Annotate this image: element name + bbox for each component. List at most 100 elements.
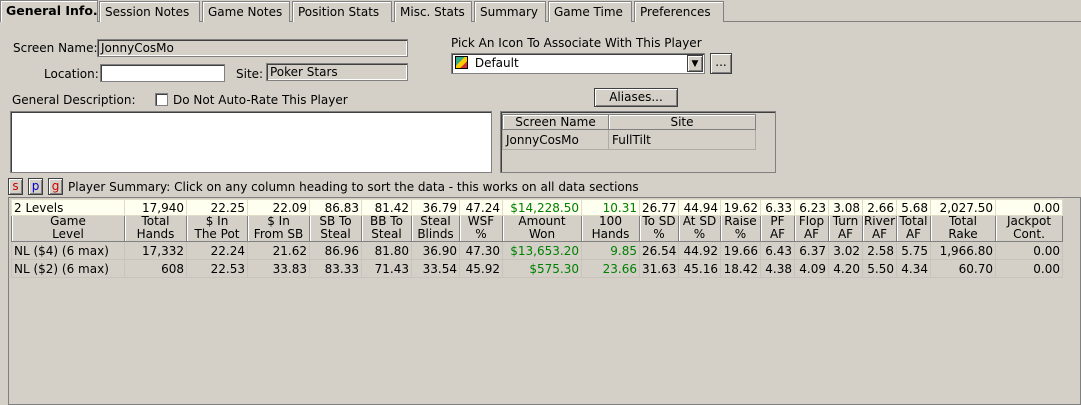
tab-misc-stats[interactable]: Misc. Stats [394,1,472,22]
table-row[interactable]: NL ($2) (6 max) 608 22.53 33.83 83.33 71.43 33… [11,259,1063,278]
total-cell: 6.23 [794,199,829,216]
icon-select[interactable]: Default ▼ [451,53,705,74]
column-header-text: 100 [599,214,622,228]
table-cell: $575.30 [502,259,582,278]
sort-s-button[interactable]: s [8,178,23,195]
column-header-text: AF [837,227,854,241]
column-header-text: AF [905,227,922,241]
aliases-button[interactable]: Aliases... [594,88,678,107]
icon-select-dropdown-button[interactable]: ▼ [687,55,703,72]
alias-cell: JonnyCosMo [502,129,609,150]
column-header-text: Total [899,214,928,228]
table-cell: 83.33 [309,259,362,278]
column-header-text: $ In [267,214,290,228]
total-cell: 17,940 [124,199,187,216]
table-cell: 71.43 [361,259,412,278]
column-header-text: Flop [798,214,825,228]
table-cell: 0.00 [995,241,1063,260]
column-header-text: $ In [205,214,229,228]
total-cell: $14,228.50 [502,199,582,216]
column-header-text: From SB [253,227,304,241]
table-cell: $13,653.20 [502,241,582,260]
column-header-text: At SD [682,214,717,228]
table-cell: 86.96 [309,241,362,260]
table-cell: 608 [124,259,187,278]
column-header-text: % [734,227,747,241]
tab-position-stats[interactable]: Position Stats [292,1,392,22]
column-header-text: Hands [591,227,630,241]
column-header-text: Game [50,214,86,228]
table-cell: 26.54 [639,241,679,260]
icon-select-value: Default [474,56,519,70]
column-header-text: SB To [319,214,352,228]
table-cell: 4.09 [794,259,829,278]
tab-general-info[interactable]: General Info. [0,0,98,22]
column-header-text: Cont. [1013,227,1045,241]
table-cell: 6.37 [794,241,829,260]
player-summary-grid: GameLevelTotalHandsVol. Put$ InThe PotVo… [8,197,1081,405]
table-row[interactable]: JonnyCosMo FullTilt [502,129,756,150]
site-label: Site: [236,67,264,81]
alias-header-screen-name[interactable]: Screen Name [502,114,609,130]
total-cell: 86.83 [309,199,362,216]
table-cell: 81.80 [361,241,412,260]
general-description-label: General Description: [12,93,136,107]
browse-icon-button[interactable]: ... [710,53,732,74]
column-header-text: Steal [371,227,402,241]
column-header-text: Steal [320,227,351,241]
table-cell: 47.30 [459,241,503,260]
table-cell: 17,332 [124,241,187,260]
sort-p-button[interactable]: p [28,178,43,195]
tab-game-notes[interactable]: Game Notes [202,1,290,22]
tab-session-notes[interactable]: Session Notes [99,1,200,22]
column-header-text: Total [141,214,170,228]
table-cell: 1,966.80 [930,241,996,260]
screen-name-field[interactable]: JonnyCosMo [97,39,408,57]
column-header-text: Total [948,214,978,228]
screen-name-label: Screen Name: [13,41,98,55]
column-header-text: Level [52,227,84,241]
column-header-text: Won [528,227,556,241]
tab-game-time[interactable]: Game Time [548,1,632,22]
total-cell: 26.77 [639,199,679,216]
total-cell: 22.25 [186,199,248,216]
table-row-total[interactable]: 2 Levels 17,940 22.25 22.09 86.83 81.42 36.79 4… [11,199,1063,216]
column-header-text: River [863,214,896,228]
table-cell: 4.20 [828,259,863,278]
sort-g-button[interactable]: g [48,178,63,195]
table-cell: 36.90 [411,241,460,260]
total-cell: 44.94 [678,199,721,216]
general-description-textarea[interactable] [10,111,492,173]
total-cell: 47.24 [459,199,503,216]
table-cell: 33.54 [411,259,460,278]
table-cell: 9.85 [581,241,640,260]
table-cell: 19.66 [720,241,761,260]
total-table: 2 Levels 17,940 22.25 22.09 86.83 81.42 36.79 4… [11,199,1063,216]
column-header-text: AF [871,227,888,241]
tab-bar: General Info. Session Notes Game Notes P… [0,0,1081,22]
total-cell: 0.00 [995,199,1063,216]
table-cell: 3.02 [828,241,863,260]
column-header-text: Steal [420,214,451,228]
column-header-text: Rake [948,227,978,241]
table-cell: 60.70 [930,259,996,278]
auto-rate-checkbox[interactable] [155,93,168,106]
tab-summary[interactable]: Summary [474,1,546,22]
aliases-table: Screen Name Site JonnyCosMo FullTilt [500,111,776,173]
table-row[interactable]: NL ($4) (6 max) 17,332 22.24 21.62 86.96 81.8… [11,241,1063,260]
total-cell: 2.66 [862,199,897,216]
table-cell: 31.63 [639,259,679,278]
table-cell: 45.16 [678,259,721,278]
total-cell: 22.09 [247,199,310,216]
total-cell: 5.68 [896,199,931,216]
column-header-text: Hands [136,227,175,241]
total-cell: 19.62 [720,199,761,216]
site-field[interactable]: Poker Stars [266,63,408,81]
player-summary-caption: Player Summary: Click on any column head… [68,180,639,194]
alias-header-site[interactable]: Site [608,114,756,130]
tab-preferences[interactable]: Preferences [634,1,724,22]
column-header-text: WSF [467,214,495,228]
table-cell: 21.62 [247,241,310,260]
location-input[interactable] [100,64,225,82]
total-cell: 2,027.50 [930,199,996,216]
